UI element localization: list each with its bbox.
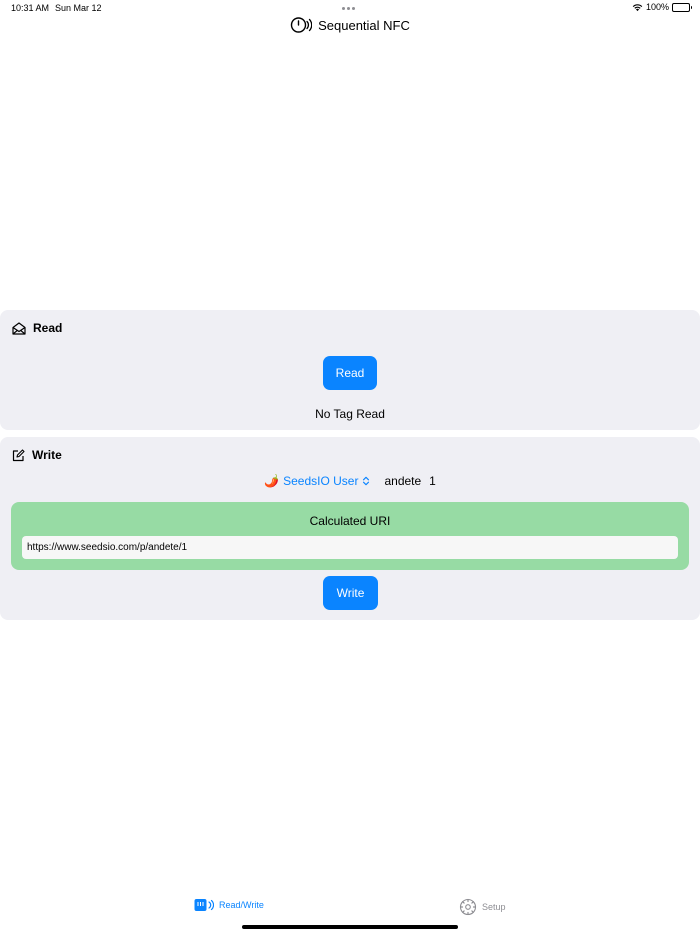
chevron-up-down-icon [363,476,370,486]
page-title: Sequential NFC [318,17,410,33]
tab-read-write[interactable]: Read/Write [194,898,264,912]
nfc-read-write-icon [194,899,214,911]
tab-read-write-label: Read/Write [219,900,264,910]
user-name: andete [384,474,422,488]
tab-setup-label: Setup [482,902,506,912]
user-row: 🌶️ SeedsIO User andete 1 [0,474,700,488]
home-indicator[interactable] [242,925,458,929]
read-card: Read Read No Tag Read [0,310,700,430]
status-indicators: 100% [632,2,692,12]
user-picker[interactable]: 🌶️ SeedsIO User [264,474,370,488]
battery-percentage: 100% [645,2,669,12]
battery-icon [672,2,692,12]
compose-icon [12,448,25,461]
write-card: Write 🌶️ SeedsIO User andete 1 Calculate… [0,437,700,620]
nav-title: Sequential NFC [0,15,700,35]
write-button[interactable]: Write [323,576,378,610]
wifi-icon [632,3,643,11]
gear-icon [459,898,477,916]
read-status-text: No Tag Read [315,407,385,421]
tab-setup[interactable]: Setup [459,898,506,916]
write-header: Write [12,448,62,462]
tab-bar: Read/Write Setup [0,893,700,923]
uri-field[interactable] [22,536,678,559]
status-date: Sun Mar 12 [55,3,102,13]
calculated-uri-title: Calculated URI [309,514,391,528]
pepper-emoji-icon: 🌶️ [264,474,280,488]
write-header-label: Write [32,448,62,462]
counter-value: 1 [429,474,436,488]
app-screen: 10:31 AM Sun Mar 12 100% Sequential NFC [0,0,700,934]
envelope-open-icon [12,321,26,335]
read-header-label: Read [33,321,63,335]
read-header: Read [12,321,62,335]
calculated-uri-panel: Calculated URI [11,502,689,570]
multitasking-dots-icon[interactable] [342,7,355,10]
read-button[interactable]: Read [323,356,377,390]
status-time: 10:31 AM [11,3,50,13]
user-picker-label: SeedsIO User [283,474,359,488]
nfc-tag-icon [290,17,313,33]
